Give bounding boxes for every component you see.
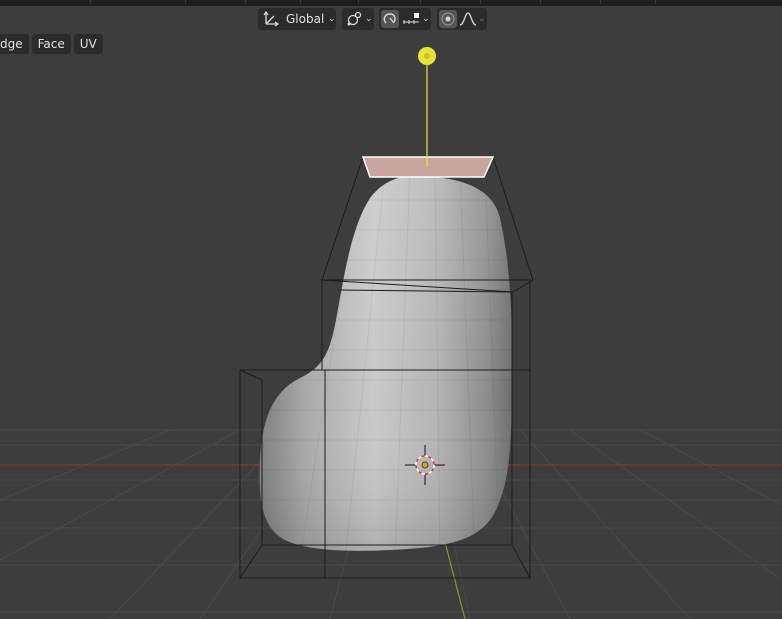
chevron-down-icon: ⌄ [328, 14, 336, 24]
transform-orientation-label: Global [286, 12, 325, 26]
snap-increment-icon[interactable] [401, 10, 421, 28]
pivot-point-icon [345, 10, 363, 28]
mesh-object[interactable] [250, 170, 520, 560]
3d-viewport[interactable]: Global ⌄ ⌄ ⌄ ⌄ dge Face UV [0, 0, 782, 619]
menu-face[interactable]: Face [31, 34, 71, 54]
falloff-smooth-icon[interactable] [459, 10, 477, 28]
proportional-editing-icon[interactable] [439, 10, 457, 28]
transform-orientation-dropdown[interactable]: Global ⌄ [258, 8, 336, 30]
proportional-editing-group[interactable]: ⌄ [437, 8, 487, 30]
chevron-down-icon: ⌄ [365, 14, 373, 24]
snap-magnet-icon[interactable] [381, 10, 399, 28]
pivot-point-dropdown[interactable]: ⌄ [342, 8, 374, 30]
transform-orientation-icon [262, 10, 280, 28]
chevron-down-icon: ⌄ [478, 14, 486, 24]
viewport-header: Global ⌄ ⌄ ⌄ ⌄ [0, 6, 782, 32]
mesh-menu-bar: dge Face UV [0, 34, 106, 54]
snapping-group[interactable]: ⌄ [379, 8, 431, 30]
chevron-down-icon: ⌄ [422, 14, 430, 24]
menu-edge[interactable]: dge [0, 34, 29, 54]
menu-uv[interactable]: UV [73, 34, 103, 54]
selected-face[interactable] [361, 156, 495, 178]
scene-canvas[interactable] [0, 0, 782, 619]
